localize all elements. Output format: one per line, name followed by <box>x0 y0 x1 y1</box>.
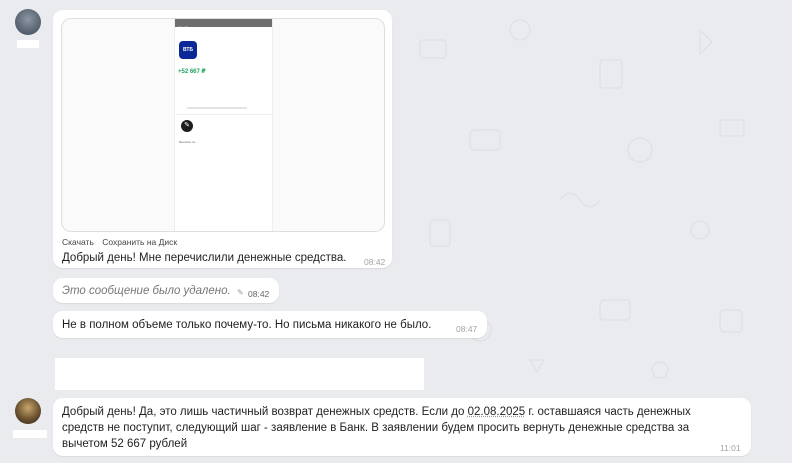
sender-avatar[interactable] <box>15 9 41 35</box>
phone-status-bar: 08:42 <box>175 19 272 30</box>
download-link[interactable]: Скачать <box>62 237 94 247</box>
attachment-actions: Скачать Сохранить на Диск <box>62 234 183 250</box>
attachment-message-bubble: 08:42 ВТБ +52 667 ₽ ✎ Выписка по... Скач… <box>53 10 392 268</box>
agent-name-placeholder <box>13 430 47 438</box>
redacted-area <box>55 358 424 390</box>
reply-text-start: Добрый день! Да, это лишь частичный возв… <box>62 406 468 418</box>
pencil-icon: ✎ <box>237 288 244 297</box>
message-text: Не в полном объеме только почему-то. Но … <box>62 319 432 331</box>
message-time: 08:42 <box>248 289 270 299</box>
pen-caption: Выписка по... <box>179 140 198 144</box>
screenshot-attachment[interactable]: 08:42 ВТБ +52 667 ₽ ✎ Выписка по... <box>61 18 385 232</box>
reply-line-2: средств не поступит, следующий шаг - зая… <box>62 422 690 434</box>
deleted-message-bubble: Это сообщение было удалено. ✎ 08:42 <box>53 278 279 303</box>
date-link[interactable]: 02.08.2025 <box>468 406 526 418</box>
transfer-amount: +52 667 ₽ <box>178 69 206 75</box>
reply-message-bubble: Добрый день! Да, это лишь частичный возв… <box>53 398 751 456</box>
sender-name-placeholder <box>17 40 39 48</box>
message-time: 08:42 <box>364 257 386 267</box>
message-time: 08:47 <box>456 324 478 334</box>
phone-status-time: 08:42 <box>178 25 189 30</box>
deleted-message-text: Это сообщение было удалено. <box>62 285 231 297</box>
save-to-disk-link[interactable]: Сохранить на Диск <box>102 237 177 247</box>
vtb-logo-icon: ВТБ <box>179 41 197 59</box>
reply-line-3: вычетом 52 667 рублей <box>62 438 188 450</box>
edit-pen-icon: ✎ <box>181 120 193 132</box>
message-bubble: Не в полном объеме только почему-то. Но … <box>53 311 487 338</box>
phone-divider <box>187 107 247 109</box>
reply-line-1: Добрый день! Да, это лишь частичный возв… <box>62 404 691 420</box>
message-text: Добрый день! Мне перечислили денежные ср… <box>62 252 347 264</box>
reply-text-end: г. оставшаяся часть денежных <box>525 406 691 418</box>
phone-screenshot: 08:42 ВТБ +52 667 ₽ ✎ Выписка по... <box>174 19 273 231</box>
message-time: 11:01 <box>720 443 741 453</box>
bank-agent-avatar[interactable] <box>15 398 41 424</box>
